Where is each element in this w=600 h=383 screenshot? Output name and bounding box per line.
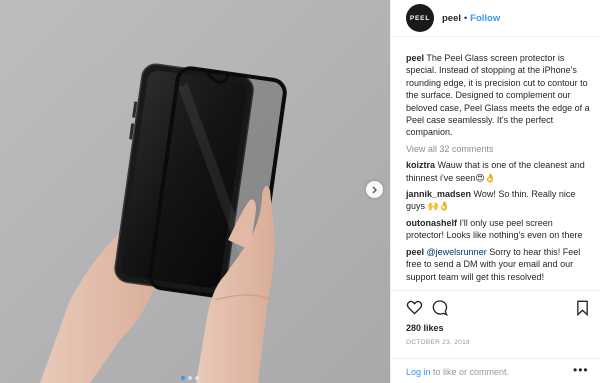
post-actions bbox=[390, 290, 600, 320]
follow-button[interactable]: Follow bbox=[470, 13, 500, 24]
comment-username[interactable]: peel bbox=[406, 247, 424, 257]
comment-item: koiztra Wauw that is one of the cleanest… bbox=[406, 159, 590, 184]
comment-username[interactable]: jannik_madsen bbox=[406, 189, 471, 199]
avatar[interactable]: PEEL bbox=[406, 4, 434, 32]
caption-username[interactable]: peel bbox=[406, 53, 424, 63]
post-header: PEEL peel • Follow bbox=[391, 0, 600, 37]
login-prompt-text: to like or comment. bbox=[430, 367, 510, 377]
comment-item: jannik_madsen Wow! So thin. Really nice … bbox=[406, 188, 590, 213]
carousel-dot-active bbox=[181, 376, 185, 380]
header-separator: • bbox=[464, 13, 468, 23]
comment-username[interactable]: outonashelf bbox=[406, 218, 457, 228]
post-date: OCTOBER 23, 2018 bbox=[406, 339, 470, 346]
login-bar: Log in to like or comment. ••• bbox=[390, 358, 600, 383]
login-link[interactable]: Log in bbox=[406, 367, 431, 377]
carousel-indicators bbox=[181, 376, 199, 380]
more-options-icon[interactable]: ••• bbox=[573, 363, 589, 377]
comment-username[interactable]: koiztra bbox=[406, 160, 435, 170]
comment-mention[interactable]: @jewelsrunner bbox=[427, 247, 487, 257]
chevron-right-icon bbox=[372, 186, 377, 193]
post-caption: peel The Peel Glass screen protector is … bbox=[406, 52, 590, 139]
comments-section: peel The Peel Glass screen protector is … bbox=[406, 52, 590, 283]
carousel-dot bbox=[195, 376, 199, 380]
carousel-dot bbox=[188, 376, 192, 380]
comment-item: outonashelf I'll only use peel screen pr… bbox=[406, 217, 590, 242]
post-image[interactable] bbox=[0, 0, 390, 383]
caption-text: The Peel Glass screen protector is speci… bbox=[406, 53, 590, 138]
save-bookmark-icon[interactable] bbox=[576, 300, 589, 316]
carousel-next-button[interactable] bbox=[366, 181, 383, 198]
phone-photo bbox=[0, 0, 390, 383]
login-prompt: Log in to like or comment. bbox=[406, 367, 509, 377]
comment-item: peel @jewelsrunner Sorry to hear this! F… bbox=[406, 246, 590, 283]
like-heart-icon[interactable] bbox=[406, 300, 423, 315]
avatar-logo-text: PEEL bbox=[409, 14, 431, 22]
likes-count[interactable]: 280 likes bbox=[406, 323, 444, 333]
view-all-comments-link[interactable]: View all 32 comments bbox=[406, 143, 590, 155]
comment-bubble-icon[interactable] bbox=[432, 300, 448, 316]
author-username[interactable]: peel bbox=[442, 13, 461, 24]
